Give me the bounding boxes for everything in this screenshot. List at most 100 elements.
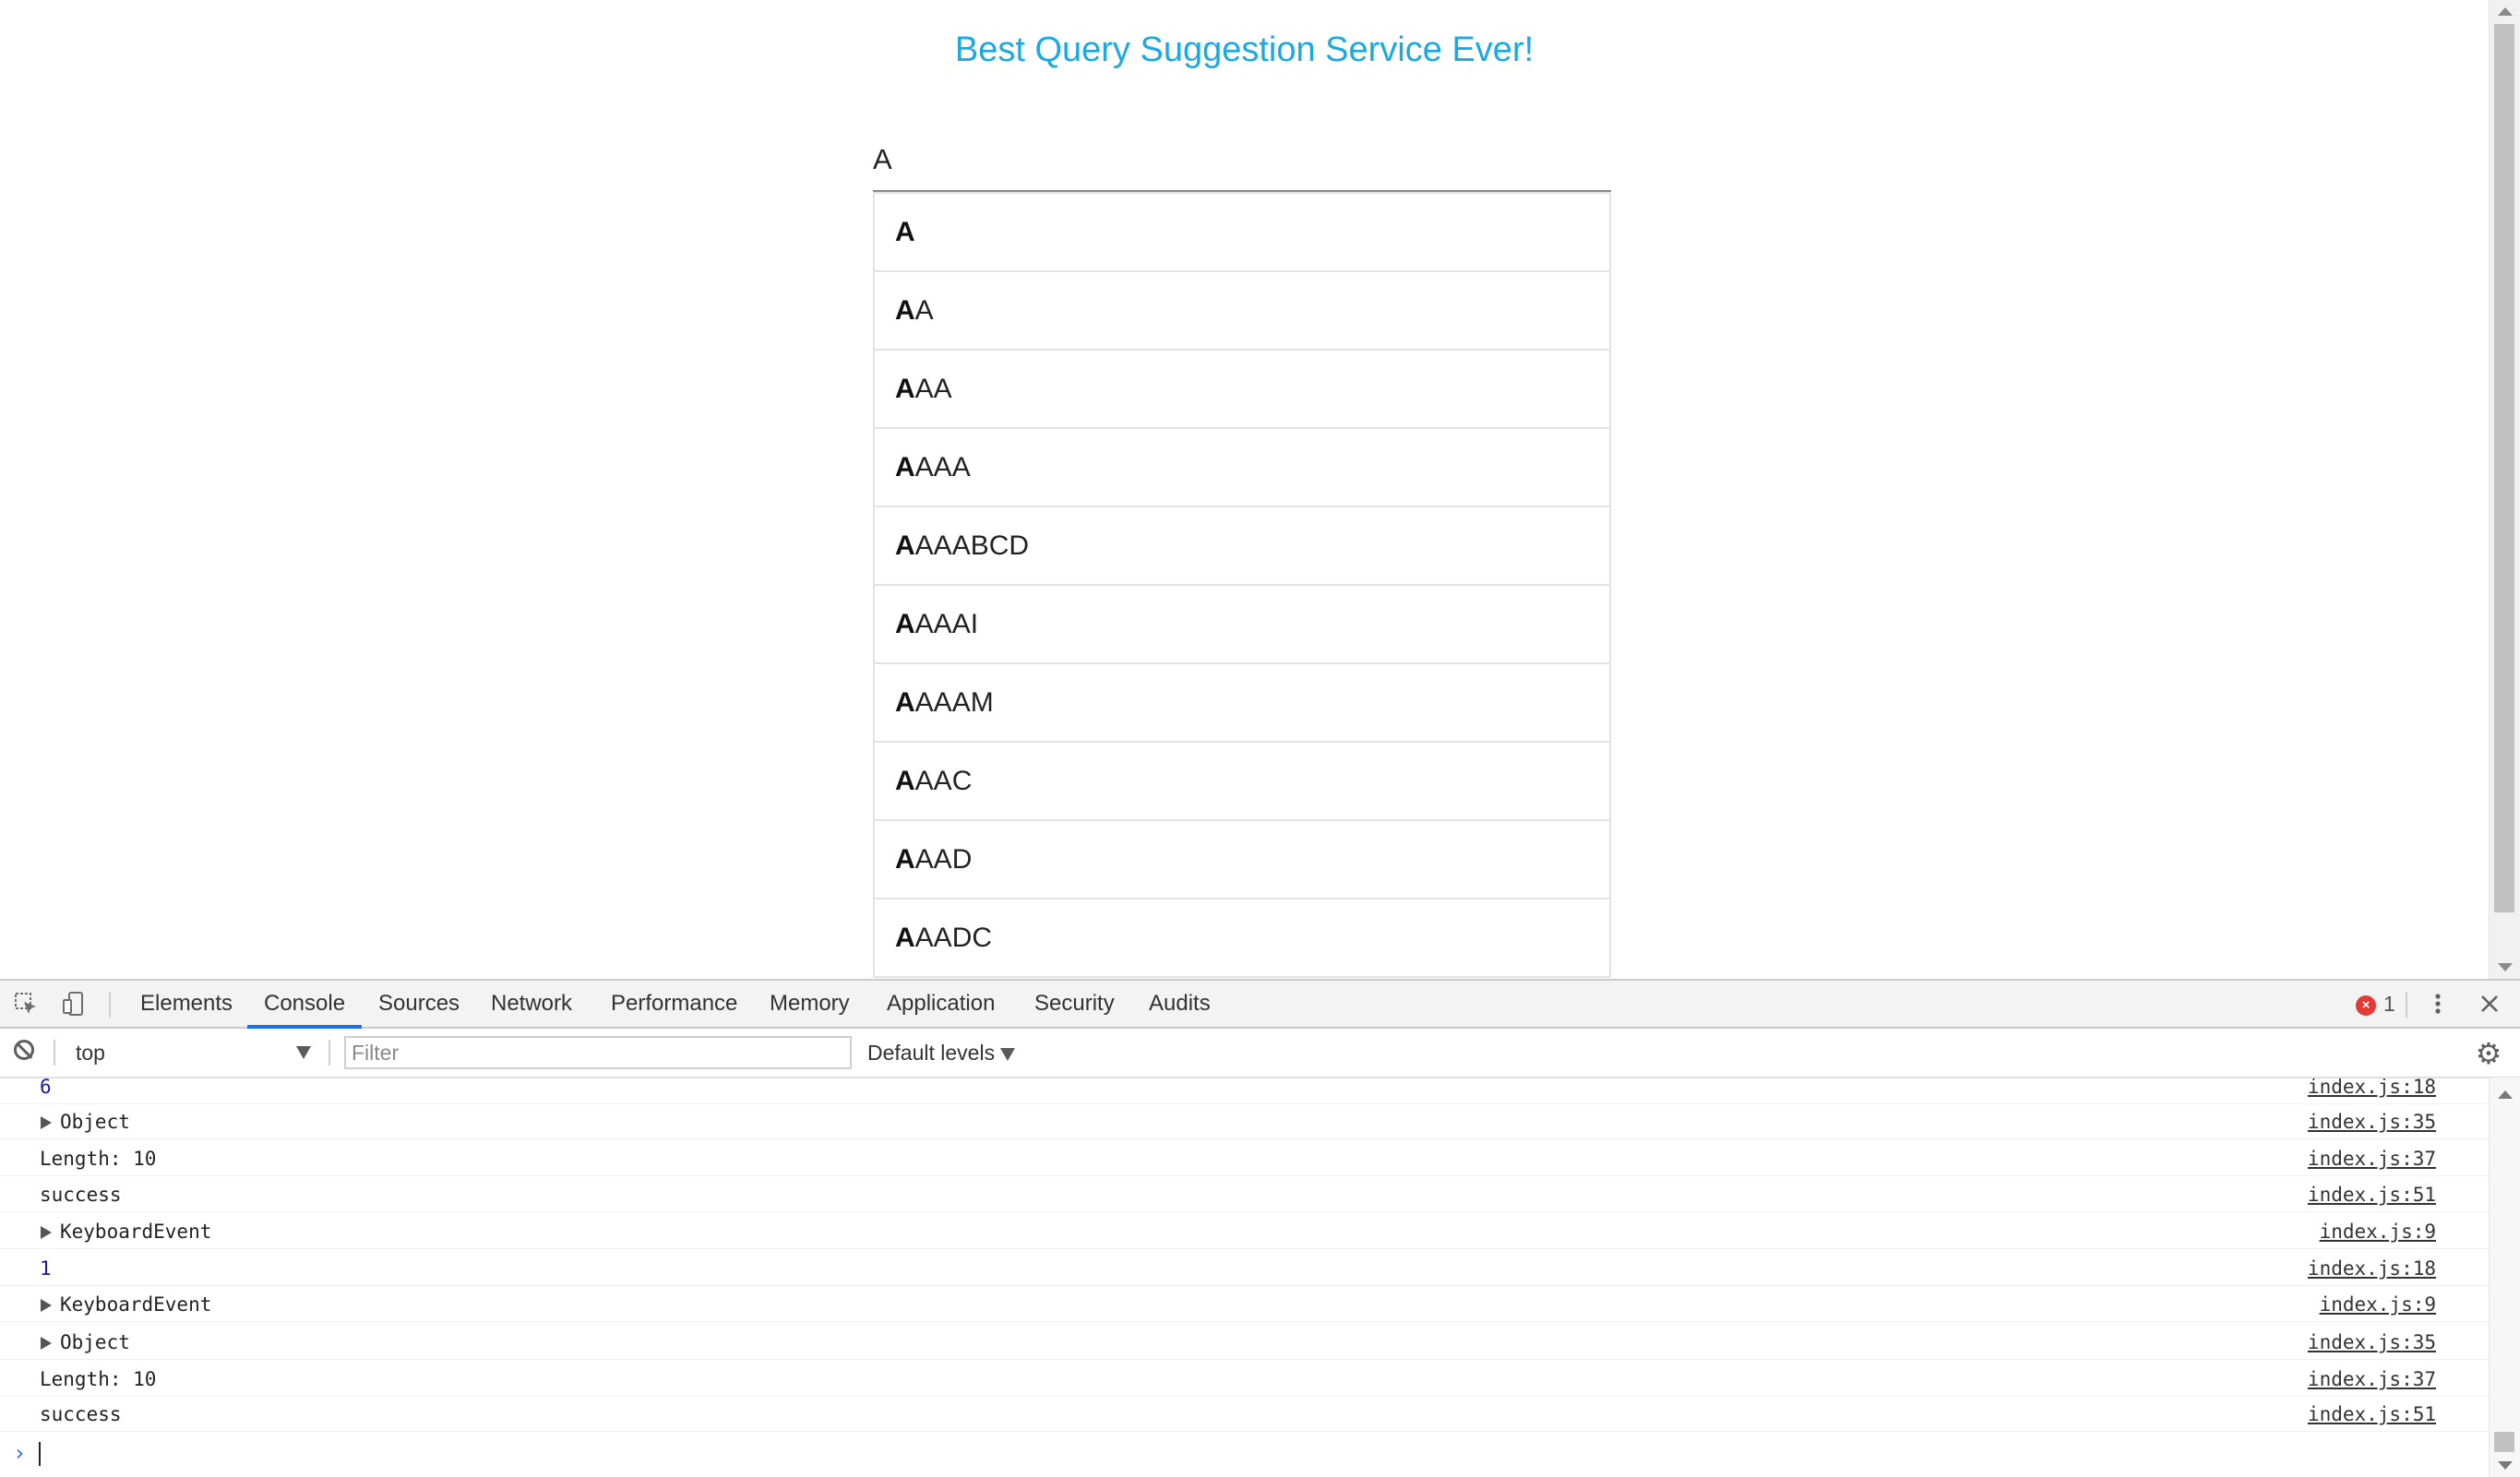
page-title: Best Query Suggestion Service Ever! — [954, 30, 1535, 69]
console-prompt[interactable]: › — [0, 1435, 2489, 1471]
console-message: Object index.js:35 — [0, 1325, 2489, 1360]
console-message-text: 1 — [40, 1257, 52, 1280]
console-source-link[interactable]: index.js:37 — [2308, 1141, 2436, 1176]
console-source-link[interactable]: index.js:35 — [2308, 1325, 2436, 1360]
console-output: 6 index.js:18 Object index.js:35 Length:… — [0, 1078, 2489, 1446]
console-scrollbar[interactable] — [2489, 1078, 2520, 1477]
suggestion-item[interactable]: AAAABCD — [873, 507, 1611, 586]
expand-triangle-icon[interactable] — [41, 1337, 52, 1350]
console-scroll-thumb[interactable] — [2494, 1432, 2514, 1452]
toolbar-divider — [54, 1040, 55, 1066]
suggestion-rest: AAAM — [914, 687, 994, 718]
suggestion-match: A — [895, 452, 915, 482]
page-scrollbar[interactable] — [2489, 0, 2520, 979]
close-icon[interactable] — [2477, 991, 2502, 1017]
suggestion-item[interactable]: AAADC — [873, 899, 1611, 978]
tab-application[interactable]: Application — [887, 981, 995, 1027]
expand-triangle-icon[interactable] — [41, 1226, 52, 1239]
suggestion-item[interactable]: AA — [873, 272, 1611, 351]
error-count: 1 — [2383, 992, 2395, 1016]
tab-audits[interactable]: Audits — [1149, 981, 1211, 1027]
suggestion-item[interactable]: A — [873, 192, 1611, 272]
inspect-element-icon[interactable] — [13, 991, 39, 1017]
log-levels-label: Default levels — [867, 1041, 996, 1065]
devtools-panel: Elements Console Sources Network Perform… — [0, 979, 2520, 1477]
console-message: success index.js:51 — [0, 1397, 2489, 1432]
scroll-up-arrow-icon[interactable] — [2498, 7, 2513, 16]
suggestion-list: A AA AAA AAAA AAAABCD AAAAI AAAAM AAAC A… — [873, 192, 1611, 978]
scroll-down-arrow-icon[interactable] — [2498, 963, 2513, 971]
suggestion-match: A — [895, 766, 915, 796]
suggestion-item[interactable]: AAAAI — [873, 586, 1611, 664]
console-message-text: Length: 10 — [40, 1148, 157, 1170]
scroll-down-arrow-icon[interactable] — [2498, 1461, 2513, 1470]
prompt-chevron-icon: › — [13, 1440, 27, 1466]
console-message: success index.js:51 — [0, 1177, 2489, 1212]
query-input[interactable] — [873, 129, 1611, 192]
suggestion-match: A — [895, 295, 915, 326]
suggestion-match: A — [895, 687, 915, 718]
error-counter[interactable]: × 1 — [2356, 981, 2395, 1027]
console-message-text: success — [40, 1184, 122, 1206]
suggestion-item[interactable]: AAAD — [873, 821, 1611, 899]
suggestion-item[interactable]: AAA — [873, 351, 1611, 429]
console-source-link[interactable]: index.js:9 — [2320, 1214, 2436, 1249]
suggestion-match: A — [895, 923, 915, 953]
expand-triangle-icon[interactable] — [41, 1299, 52, 1312]
context-selector[interactable]: top — [65, 1036, 318, 1069]
suggestion-rest: AAD — [914, 844, 973, 875]
suggestion-rest: AA — [914, 374, 952, 404]
toolbar-divider — [2406, 992, 2407, 1018]
suggestion-match: A — [895, 609, 915, 639]
console-source-link[interactable]: index.js:35 — [2308, 1104, 2436, 1139]
console-message-text: success — [40, 1403, 122, 1425]
suggestion-rest: AAC — [914, 766, 973, 796]
scroll-up-arrow-icon[interactable] — [2498, 1090, 2513, 1099]
console-source-link[interactable]: index.js:51 — [2308, 1177, 2436, 1212]
console-message: Length: 10 index.js:37 — [0, 1141, 2489, 1176]
suggestion-match: A — [895, 530, 915, 561]
toolbar-divider — [109, 992, 111, 1018]
suggestion-item[interactable]: AAAC — [873, 743, 1611, 821]
console-message: KeyboardEvent index.js:9 — [0, 1214, 2489, 1249]
console-message: Object index.js:35 — [0, 1104, 2489, 1139]
browser-window: Best Query Suggestion Service Ever! A AA… — [0, 0, 2520, 1477]
console-source-link[interactable]: index.js:37 — [2308, 1362, 2436, 1397]
tab-elements[interactable]: Elements — [140, 981, 233, 1027]
gear-icon[interactable]: ⚙ — [2474, 1039, 2503, 1068]
console-filter-input[interactable] — [344, 1036, 852, 1069]
console-source-link[interactable]: index.js:9 — [2320, 1287, 2436, 1322]
console-message-text[interactable]: Object — [60, 1325, 130, 1360]
devtools-toolbar: Elements Console Sources Network Perform… — [0, 981, 2520, 1029]
console-filter-bar: top Default levels ⚙ — [0, 1029, 2520, 1078]
console-source-link[interactable]: index.js:51 — [2308, 1397, 2436, 1432]
expand-triangle-icon[interactable] — [41, 1116, 52, 1129]
suggestion-item[interactable]: AAAAM — [873, 664, 1611, 743]
tab-performance[interactable]: Performance — [611, 981, 737, 1027]
suggestion-rest: AAABCD — [914, 530, 1030, 561]
tab-sources[interactable]: Sources — [378, 981, 460, 1027]
console-message: 1 index.js:18 — [0, 1251, 2489, 1286]
suggestion-rest: A — [914, 295, 934, 326]
page-viewport: Best Query Suggestion Service Ever! A AA… — [0, 0, 2489, 979]
tab-security[interactable]: Security — [1034, 981, 1115, 1027]
console-source-link[interactable]: index.js:18 — [2308, 1078, 2436, 1104]
tab-memory[interactable]: Memory — [770, 981, 850, 1027]
console-message-text[interactable]: Object — [60, 1104, 130, 1139]
tab-network[interactable]: Network — [491, 981, 572, 1027]
device-toolbar-icon[interactable] — [61, 991, 87, 1017]
console-source-link[interactable]: index.js:18 — [2308, 1251, 2436, 1286]
suggestion-item[interactable]: AAAA — [873, 429, 1611, 507]
log-levels-dropdown[interactable]: Default levels — [867, 1036, 1016, 1069]
console-message-text[interactable]: KeyboardEvent — [60, 1214, 211, 1249]
more-options-icon[interactable] — [2425, 991, 2451, 1017]
page-scroll-thumb[interactable] — [2494, 24, 2514, 912]
tab-console[interactable]: Console — [246, 981, 363, 1029]
clear-console-icon[interactable] — [14, 1040, 34, 1060]
suggestion-match: A — [895, 217, 915, 247]
toolbar-divider — [328, 1040, 330, 1066]
suggestion-rest: AAAI — [914, 609, 979, 639]
error-icon: × — [2356, 995, 2376, 1016]
console-message-text[interactable]: KeyboardEvent — [60, 1287, 211, 1322]
context-value: top — [76, 1041, 105, 1065]
